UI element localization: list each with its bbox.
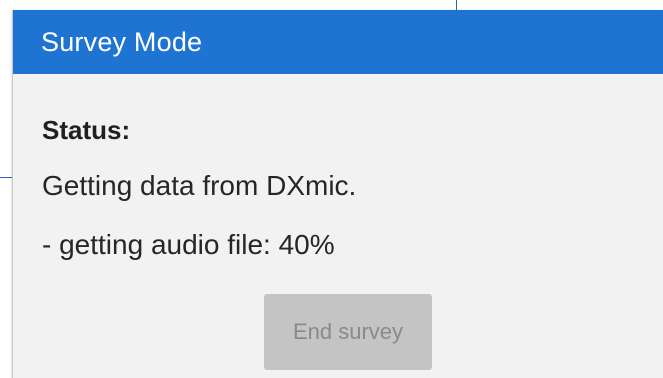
end-survey-button[interactable]: End survey <box>264 294 432 370</box>
dialog-body: Status: Getting data from DXmic. - getti… <box>13 74 663 263</box>
status-message: Getting data from DXmic. <box>42 170 357 201</box>
dialog-actions: End survey <box>13 294 663 370</box>
survey-mode-dialog: Survey Mode Status: Getting data from DX… <box>12 10 663 378</box>
screen: Survey Mode Status: Getting data from DX… <box>0 0 663 378</box>
status-progress-message: - getting audio file: 40% <box>42 229 335 260</box>
dialog-title: Survey Mode <box>41 26 203 57</box>
dialog-header: Survey Mode <box>13 10 663 74</box>
background-connector-line <box>456 0 457 10</box>
background-connector-line <box>0 177 12 178</box>
status-label: Status: <box>42 115 131 145</box>
